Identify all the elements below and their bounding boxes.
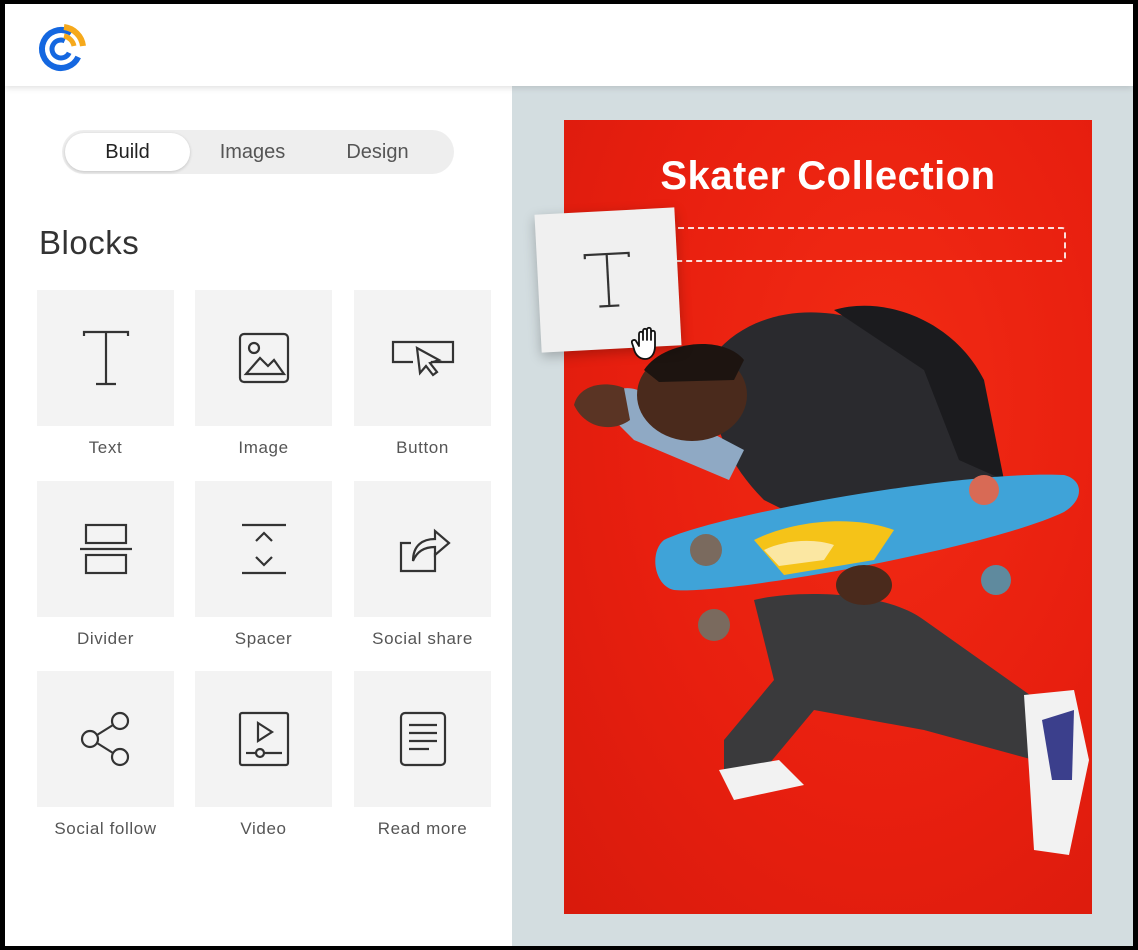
block-button[interactable]: Button: [354, 290, 491, 458]
block-label: Read more: [377, 819, 468, 838]
block-label: Text: [88, 438, 123, 457]
block-drop-zone[interactable]: [664, 227, 1066, 262]
block-label: Divider: [76, 629, 135, 648]
block-label: Spacer: [234, 629, 293, 648]
block-label: Social follow: [54, 819, 157, 838]
canvas-headline[interactable]: Skater Collection: [564, 154, 1092, 199]
text-icon: [583, 251, 630, 308]
block-read-more[interactable]: Read more: [354, 671, 491, 839]
grab-hand-icon: [631, 326, 656, 360]
block-tile[interactable]: [37, 671, 174, 807]
block-tile[interactable]: [195, 290, 332, 426]
block-label: Social share: [372, 629, 473, 648]
blocks-heading: Blocks: [39, 224, 140, 261]
spacer-icon: [241, 523, 286, 575]
block-tile[interactable]: [354, 481, 491, 617]
block-text[interactable]: Text: [37, 290, 174, 458]
video-icon: [238, 711, 289, 767]
button-icon: [391, 340, 454, 377]
top-bar: [5, 4, 1133, 86]
tab-build[interactable]: Build: [65, 133, 190, 171]
block-tile[interactable]: [37, 290, 174, 426]
block-social-follow[interactable]: Social follow: [37, 671, 174, 839]
block-label: Video: [240, 819, 287, 838]
tab-images[interactable]: Images: [190, 133, 315, 171]
social-follow-icon: [80, 711, 129, 767]
text-icon: [82, 330, 129, 386]
constant-contact-logo-icon[interactable]: [35, 21, 87, 73]
block-label: Button: [396, 438, 449, 457]
builder-sidebar: Build Images Design Blocks Text Image Bu…: [5, 86, 512, 946]
block-tile[interactable]: [354, 290, 491, 426]
tab-design[interactable]: Design: [315, 133, 440, 171]
read-more-icon: [399, 711, 446, 767]
block-spacer[interactable]: Spacer: [195, 481, 332, 649]
block-image[interactable]: Image: [195, 290, 332, 458]
block-video[interactable]: Video: [195, 671, 332, 839]
block-label: Image: [238, 438, 289, 457]
block-tile[interactable]: [354, 671, 491, 807]
builder-tabs: Build Images Design: [62, 130, 454, 174]
block-tile[interactable]: [37, 481, 174, 617]
block-social-share[interactable]: Social share: [354, 481, 491, 649]
block-tile[interactable]: [195, 671, 332, 807]
block-divider[interactable]: Divider: [37, 481, 174, 649]
image-icon: [238, 332, 289, 384]
app-window: Build Images Design Blocks Text Image Bu…: [5, 4, 1133, 946]
social-share-icon: [399, 528, 451, 573]
divider-icon: [79, 523, 132, 575]
block-tile[interactable]: [195, 481, 332, 617]
